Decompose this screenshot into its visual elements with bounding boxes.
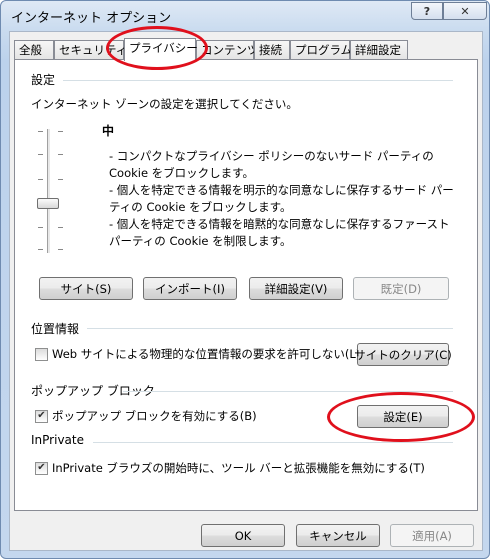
slider-tick <box>58 131 63 132</box>
help-button[interactable]: ? <box>411 2 443 20</box>
location-checkbox-label: Web サイトによる物理的な位置情報の要求を許可しない(L) <box>52 347 361 361</box>
inprivate-checkbox[interactable]: ✔ <box>35 461 48 475</box>
popup-group-line <box>123 391 453 392</box>
zone-instruction: インターネット ゾーンの設定を選択してください。 <box>31 97 298 111</box>
slider-tick <box>58 154 63 155</box>
tab-general[interactable]: 全般 <box>14 40 54 60</box>
inprivate-group-title: InPrivate <box>31 433 84 447</box>
location-group-line <box>87 328 453 329</box>
close-button[interactable]: ✕ <box>443 2 487 20</box>
inprivate-checkbox-label: InPrivate ブラウズの開始時に、ツール バーと拡張機能を無効にする(T) <box>52 461 425 475</box>
tab-content[interactable]: コンテンツ <box>196 40 259 60</box>
inprivate-checkbox-row[interactable]: ✔ InPrivate ブラウズの開始時に、ツール バーと拡張機能を無効にする(… <box>35 460 425 476</box>
slider-tick <box>58 227 63 228</box>
tab-programs[interactable]: プログラム <box>290 40 352 60</box>
slider-tick <box>58 249 63 250</box>
slider-tick <box>38 249 43 250</box>
title-bar[interactable]: インターネット オプション ? ✕ <box>1 1 489 29</box>
close-icon: ✕ <box>460 4 470 18</box>
tab-security[interactable]: セキュリティ <box>54 40 127 60</box>
window-title: インターネット オプション <box>11 11 172 26</box>
tab-privacy[interactable]: プライバシー <box>124 38 198 61</box>
clear-sites-button[interactable]: サイトのクリア(C) <box>354 343 452 366</box>
tab-connections[interactable]: 接続 <box>254 40 290 60</box>
slider-track[interactable] <box>47 129 51 253</box>
slider-thumb[interactable] <box>37 198 59 209</box>
privacy-level: 中 <box>102 124 115 138</box>
settings-group-title: 設定 <box>31 73 56 87</box>
slider-tick <box>58 179 63 180</box>
import-button[interactable]: インポート(I) <box>143 277 237 300</box>
inprivate-group-line <box>93 442 453 443</box>
tab-advanced[interactable]: 詳細設定 <box>350 40 408 60</box>
slider-tick <box>38 154 43 155</box>
location-group-title: 位置情報 <box>31 322 80 336</box>
help-icon: ? <box>423 4 431 18</box>
location-checkbox-row[interactable]: Web サイトによる物理的な位置情報の要求を許可しない(L) <box>35 346 360 362</box>
check-mark-icon: ✔ <box>37 462 46 473</box>
popup-settings-button[interactable]: 設定(E) <box>357 405 449 428</box>
popup-checkbox-label: ポップアップ ブロックを有効にする(B) <box>52 409 257 423</box>
advanced-settings-button[interactable]: 詳細設定(V) <box>249 277 343 300</box>
slider-tick <box>38 179 43 180</box>
popup-checkbox-row[interactable]: ✔ ポップアップ ブロックを有効にする(B) <box>35 408 257 424</box>
default-button[interactable]: 既定(D) <box>353 277 449 300</box>
settings-group-line <box>63 80 453 81</box>
slider-tick <box>38 131 43 132</box>
privacy-level-description: - コンパクトなプライバシー ポリシーのないサード パーティの Cookie を… <box>109 149 454 248</box>
internet-options-window: インターネット オプション ? ✕ 全般 セキュリティ プライバシー コンテンツ… <box>0 0 490 559</box>
sites-button[interactable]: サイト(S) <box>39 277 133 300</box>
location-checkbox[interactable] <box>35 347 48 361</box>
ok-button[interactable]: OK <box>201 524 285 547</box>
apply-button[interactable]: 適用(A) <box>390 524 474 547</box>
cancel-button[interactable]: キャンセル <box>296 524 380 547</box>
popup-checkbox[interactable]: ✔ <box>35 409 48 423</box>
slider-tick <box>38 227 43 228</box>
check-mark-icon: ✔ <box>37 410 46 421</box>
